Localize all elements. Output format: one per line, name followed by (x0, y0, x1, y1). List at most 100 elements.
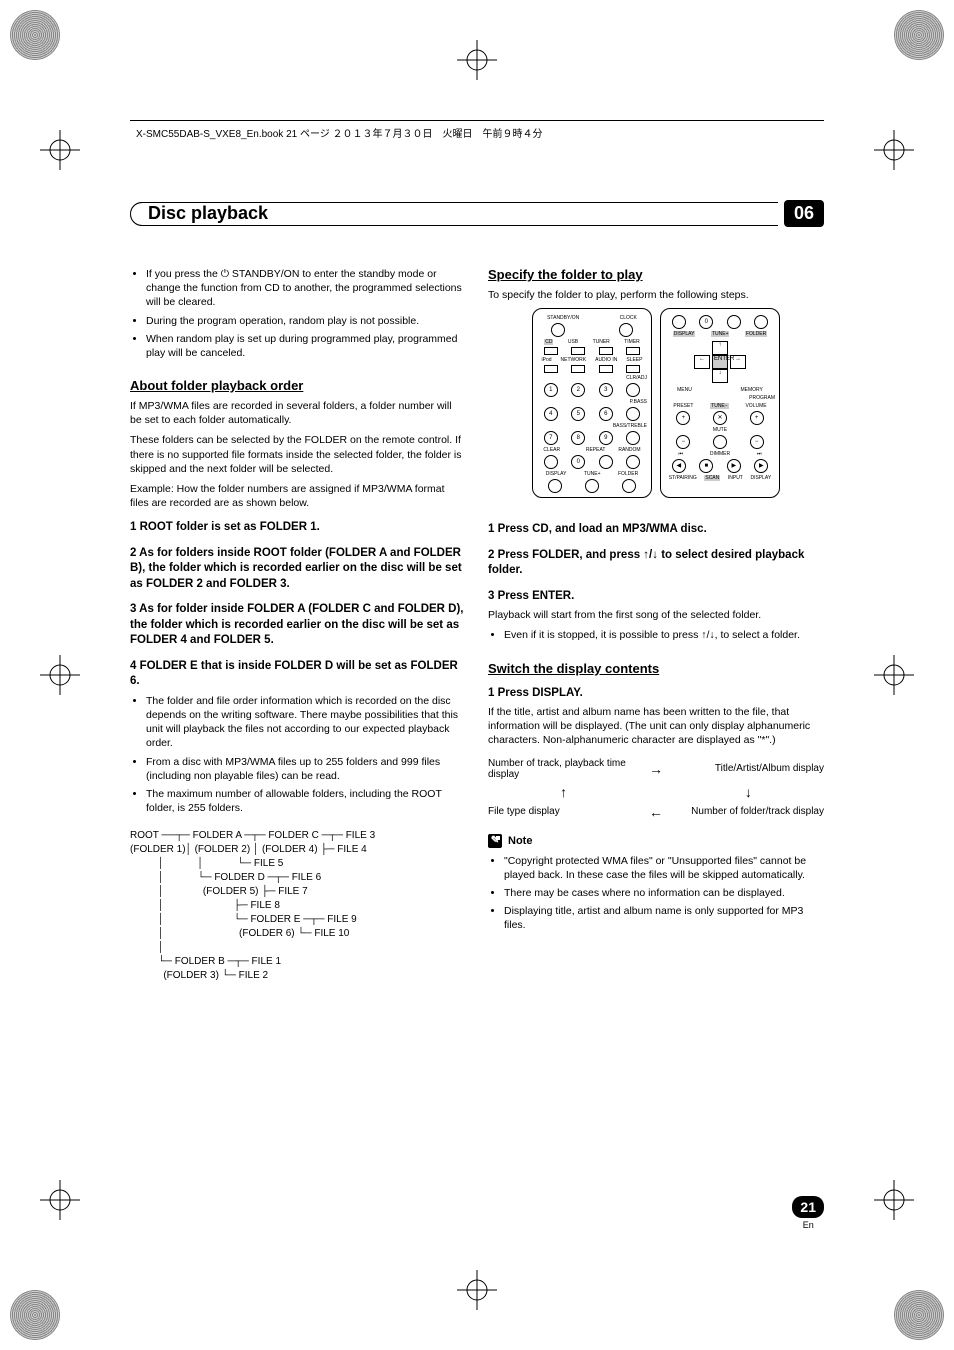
right-step-2: 2 Press FOLDER, and press ↑/↓ to select … (488, 548, 824, 579)
registration-mark-icon (457, 1270, 497, 1310)
note-row: ✎ Note (488, 834, 824, 848)
registration-mark-icon (40, 1180, 80, 1220)
body-text: These folders can be selected by the FOL… (130, 433, 466, 476)
step4-bullet: The maximum number of allowable folders,… (146, 787, 466, 815)
note-label: Note (508, 835, 532, 847)
remote-label: STANDBY/ON (547, 315, 579, 321)
display-flow-diagram: Number of track, playback time display →… (488, 758, 824, 820)
right-step3-bullets: Even if it is stopped, it is possible to… (488, 628, 824, 642)
page-language-label: En (803, 1220, 814, 1230)
intro-bullet-list: If you press the ⏻ STANDBY/ON to enter t… (130, 267, 466, 360)
remote-label: CLEAR (543, 447, 560, 453)
remote-enter-button: ENTER (712, 355, 728, 369)
remote-label: NETWORK (561, 357, 587, 363)
remote-label: VOLUME (745, 403, 766, 409)
right-step3-bullet: Even if it is stopped, it is possible to… (504, 628, 824, 642)
remote-right-panel: 0 DISPLAYTUNE+FOLDER ↑ ←ENTER→ ↓ MENUMEM… (660, 308, 780, 498)
registration-mark-icon (40, 655, 80, 695)
registration-mark-icon (874, 655, 914, 695)
step-1: 1 ROOT folder is set as FOLDER 1. (130, 520, 466, 536)
arrow-left-icon: ← (649, 804, 663, 820)
remote-label: DISPLAY (546, 471, 567, 477)
remote-label: MENU (677, 387, 692, 393)
arrow-up-icon: ↑ (488, 784, 639, 800)
page-number-badge: 21 (792, 1196, 824, 1218)
remote-label-tuneminus: TUNE− (710, 403, 729, 409)
note-bullet-list: "Copyright protected WMA files" or "Unsu… (488, 854, 824, 933)
display-step-1: 1 Press DISPLAY. (488, 686, 824, 702)
chapter-title-bar: Disc playback (130, 202, 778, 226)
flow-node-a: Number of track, playback time display (488, 758, 639, 780)
right-step-1: 1 Press CD, and load an MP3/WMA disc. (488, 522, 824, 538)
remote-left-panel: STANDBY/ONCLOCK CDUSBTUNERTIMER iPodNETW… (532, 308, 652, 498)
section-heading-switch-display: Switch the display contents (488, 661, 824, 676)
chapter-title: Disc playback (148, 203, 268, 224)
remote-label: PROGRAM (749, 395, 775, 401)
remote-label: SLEEP (626, 357, 642, 363)
intro-bullet: When random play is set up during progra… (146, 332, 466, 360)
section-heading-folder-order: About folder playback order (130, 378, 466, 393)
page-footer: 21 En (792, 1196, 824, 1230)
remote-label: iPod (542, 357, 552, 363)
remote-label: AUDIO IN (595, 357, 617, 363)
registration-mark-icon (874, 1180, 914, 1220)
remote-label: CLOCK (620, 315, 637, 321)
arrow-right-icon: → (649, 761, 663, 777)
remote-label: SCAN (704, 475, 720, 481)
body-text: To specify the folder to play, perform t… (488, 288, 824, 302)
remote-label-tuneplus: TUNE+ (711, 331, 730, 337)
arrow-down-icon: ↓ (673, 784, 824, 800)
note-icon: ✎ (488, 834, 502, 848)
section-heading-specify-folder: Specify the folder to play (488, 267, 824, 282)
remote-label: ST/PAIRING (669, 475, 697, 481)
running-header: X-SMC55DAB-S_VXE8_En.book 21 ページ ２０１３年７月… (130, 125, 824, 140)
remote-label: FOLDER (618, 471, 638, 477)
step4-bullet-list: The folder and file order information wh… (130, 694, 466, 815)
remote-label: DISPLAY (750, 475, 771, 481)
remote-label: BASS/TREBLE (613, 423, 647, 429)
remote-label: TUNE+ (584, 471, 601, 477)
body-text: If the title, artist and album name has … (488, 705, 824, 748)
remote-label-display: DISPLAY (673, 331, 696, 337)
step-2: 2 As for folders inside ROOT folder (FOL… (130, 546, 466, 593)
body-text: Playback will start from the first song … (488, 608, 824, 622)
chapter-number-badge: 06 (784, 200, 824, 227)
step-4: 4 FOLDER E that is inside FOLDER D will … (130, 659, 466, 690)
flow-node-c: File type display (488, 806, 639, 817)
remote-label: RANDOM (618, 447, 640, 453)
registration-mark-icon (40, 130, 80, 170)
chapter-heading-row: Disc playback 06 (130, 200, 824, 227)
remote-dpad: ↑ ←ENTER→ ↓ (665, 341, 775, 383)
flow-node-b: Title/Artist/Album display (673, 763, 824, 774)
remote-label-folder: FOLDER (745, 331, 767, 337)
remote-label: MUTE (713, 427, 727, 433)
remote-label: P.BASS (630, 399, 647, 405)
folder-tree-diagram: ROOT ──┬─ FOLDER A ─┬─ FOLDER C ─┬─ FILE… (130, 829, 466, 983)
registration-mark-icon (874, 130, 914, 170)
remote-label: MEMORY (740, 387, 762, 393)
intro-bullet: During the program operation, random pla… (146, 314, 466, 328)
remote-label: USB (568, 339, 578, 345)
body-text: Example: How the folder numbers are assi… (130, 482, 466, 510)
note-bullet: There may be cases where no information … (504, 886, 824, 900)
print-corner-bl (10, 1290, 60, 1340)
remote-label: TIMER (624, 339, 640, 345)
intro-bullet: If you press the ⏻ STANDBY/ON to enter t… (146, 267, 466, 310)
print-corner-br (894, 1290, 944, 1340)
page-content: X-SMC55DAB-S_VXE8_En.book 21 ページ ２０１３年７月… (130, 120, 824, 983)
note-bullet: Displaying title, artist and album name … (504, 904, 824, 932)
body-text: If MP3/WMA files are recorded in several… (130, 399, 466, 427)
right-step-3: 3 Press ENTER. (488, 589, 824, 605)
print-corner-tr (894, 10, 944, 60)
step4-bullet: From a disc with MP3/WMA files up to 255… (146, 755, 466, 783)
left-column: If you press the ⏻ STANDBY/ON to enter t… (130, 267, 466, 983)
flow-node-d: Number of folder/track display (673, 806, 824, 817)
remote-label: REPEAT (586, 447, 606, 453)
remote-label: PRESET (673, 403, 693, 409)
remote-control-figure: STANDBY/ONCLOCK CDUSBTUNERTIMER iPodNETW… (488, 308, 824, 508)
remote-label: DIMMER (710, 451, 730, 457)
remote-label: TUNER (593, 339, 610, 345)
step4-bullet: The folder and file order information wh… (146, 694, 466, 751)
header-rule (130, 120, 824, 121)
note-bullet: "Copyright protected WMA files" or "Unsu… (504, 854, 824, 882)
